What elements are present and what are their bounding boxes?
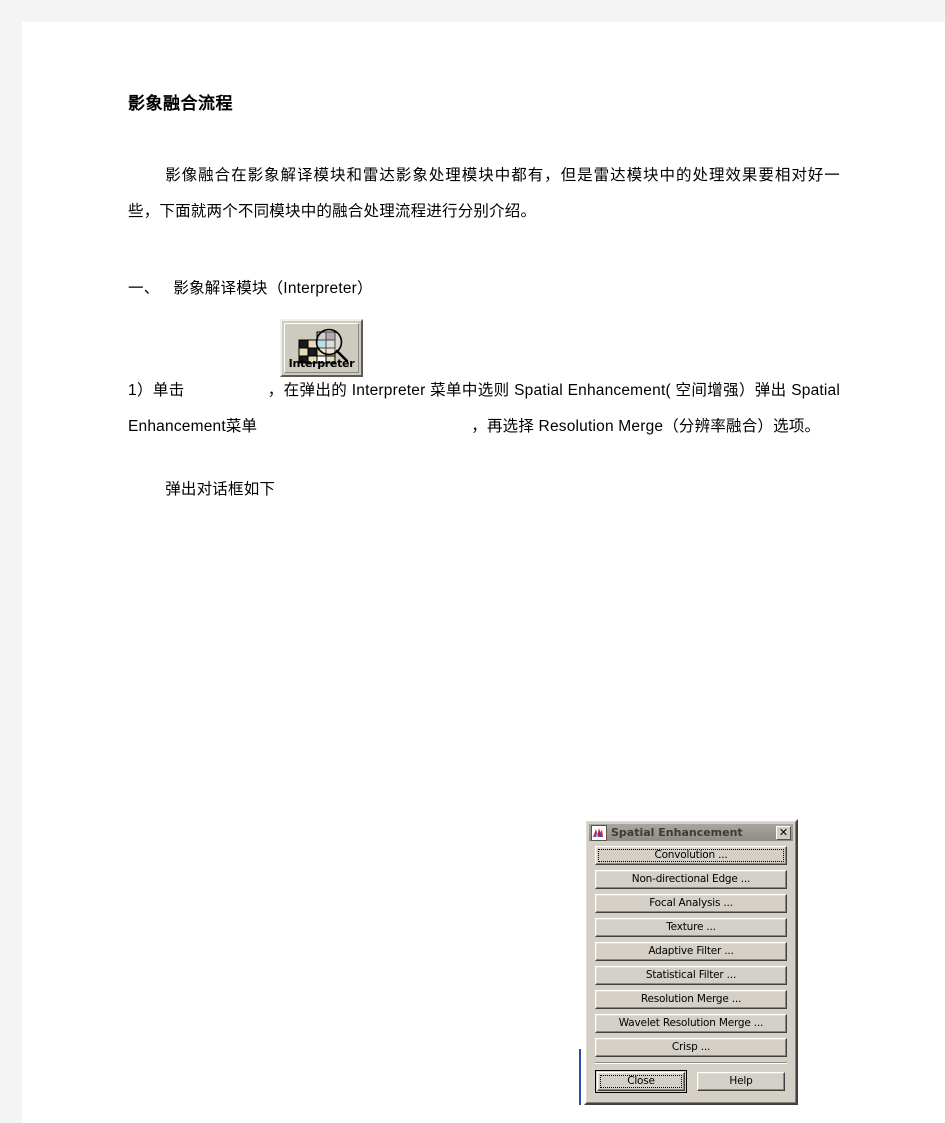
statistical-filter-button[interactable]: Statistical Filter ... (595, 966, 787, 986)
dialog-body: Convolution ... Non-directional Edge ...… (589, 841, 793, 1101)
section-heading: 一、 影象解译模块（Interpreter） (128, 271, 840, 307)
divider (595, 1062, 787, 1065)
page-title: 影象融合流程 (128, 94, 233, 113)
section-title: 影象解译模块（Interpreter） (173, 279, 373, 297)
wavelet-resolution-merge-button[interactable]: Wavelet Resolution Merge ... (595, 1014, 787, 1034)
interpreter-button-face: Interpreter (284, 323, 359, 374)
step-1-suffix: ，再选择 Resolution Merge（分辨率融合）选项。 (471, 418, 821, 436)
resolution-merge-button[interactable]: Resolution Merge ... (595, 990, 787, 1010)
step-1-paragraph: 1）单击 ，在弹出的 Interpreter 菜单中选则 Spatial Enha… (128, 373, 840, 446)
interpreter-button[interactable]: Interpreter (280, 319, 363, 378)
dialog-frame: Spatial Enhancement ✕ Convolution ... No… (584, 819, 798, 1106)
interpreter-button-inline-space (185, 394, 268, 395)
step-1-prefix: 1）单击 (128, 382, 185, 400)
image-frame-edge (579, 1049, 581, 1106)
close-button-wrap: Close (595, 1070, 687, 1094)
help-button-wrap: Help (695, 1070, 787, 1093)
close-button[interactable]: Close (597, 1072, 685, 1092)
adaptive-filter-button[interactable]: Adaptive Filter ... (595, 942, 787, 962)
erdas-imagine-app-icon (591, 824, 607, 841)
section-number: 一、 (128, 279, 160, 297)
document-content: 影象融合流程 影像融合在影象解译模块和雷达影象处理模块中都有，但是雷达模块中的处… (128, 92, 840, 1106)
non-directional-edge-button[interactable]: Non-directional Edge ... (595, 870, 787, 890)
close-icon[interactable]: ✕ (776, 825, 791, 840)
dialog-title: Spatial Enhancement (611, 826, 743, 840)
spatial-enhancement-dialog[interactable]: Spatial Enhancement ✕ Convolution ... No… (579, 819, 798, 1106)
document-page: 影象融合流程 影像融合在影象解译模块和雷达影象处理模块中都有，但是雷达模块中的处… (22, 22, 945, 1123)
dialog-titlebar[interactable]: Spatial Enhancement ✕ (589, 824, 793, 842)
dialog-inner-frame: Spatial Enhancement ✕ Convolution ... No… (586, 821, 796, 1104)
texture-button[interactable]: Texture ... (595, 918, 787, 938)
dialog-inline-space (257, 430, 471, 431)
closing-line: 弹出对话框如下 (165, 480, 276, 498)
dialog-footer: Close Help (595, 1070, 787, 1094)
intro-paragraph: 影像融合在影象解译模块和雷达影象处理模块中都有，但是雷达模块中的处理效果要相对好… (128, 166, 840, 221)
interpreter-button-label: Interpreter (288, 357, 355, 371)
focal-analysis-button[interactable]: Focal Analysis ... (595, 894, 787, 914)
crisp-button[interactable]: Crisp ... (595, 1038, 787, 1058)
step-1-block: Interpreter Spatial Enhancement ✕ Convol… (128, 319, 840, 1106)
convolution-button[interactable]: Convolution ... (595, 846, 787, 866)
help-button[interactable]: Help (697, 1072, 785, 1092)
